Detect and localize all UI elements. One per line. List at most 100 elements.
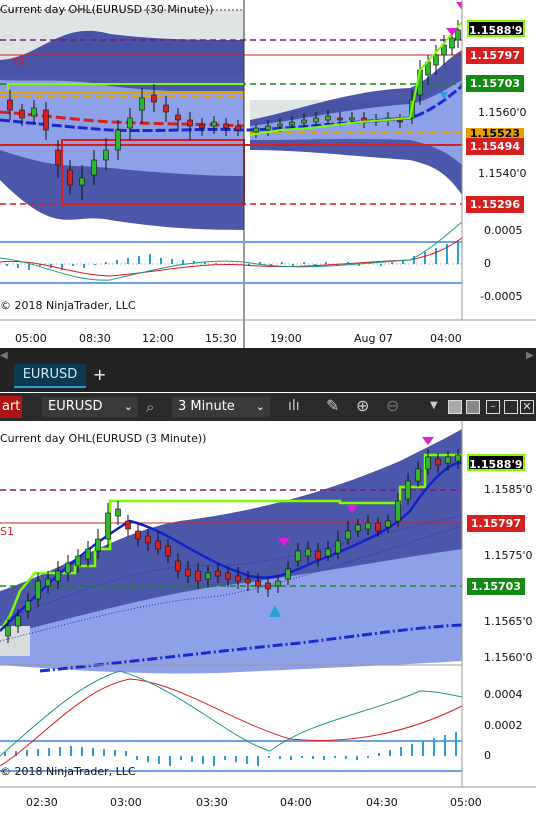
tab-eurusd[interactable]: EURUSD [14, 364, 86, 388]
top-price-badge: 1.15797 [466, 47, 524, 64]
bottom-time-tick: 03:30 [196, 796, 228, 809]
instrument-select[interactable]: EURUSD ⌄ [42, 397, 138, 417]
bottom-candle [95, 538, 101, 552]
close-icon[interactable]: ✕ [520, 400, 534, 414]
top-candle [349, 117, 355, 121]
bottom-hist-bar [26, 750, 28, 756]
bottom-price-tick: 1.1560'0 [484, 651, 533, 664]
bottom-candle [5, 625, 11, 637]
top-s1-label: S1 [12, 56, 26, 69]
top-candle [325, 115, 331, 121]
dropdown-arrow-icon[interactable]: ▼ [430, 400, 438, 411]
bottom-hist-bar [59, 747, 61, 756]
bottom-hist-bar [224, 756, 226, 760]
bottom-candle [105, 512, 111, 540]
bottom-hist-bar [70, 746, 72, 756]
bottom-hist-bar [345, 756, 347, 759]
top-chart-panel[interactable]: Current day OHL(EURUSD (30 Minute)) S1 ©… [0, 0, 536, 361]
bottom-hist-bar [180, 756, 182, 760]
zoom-out-icon[interactable]: ⊖ [386, 396, 399, 415]
bottom-osc-tick: 0 [484, 749, 491, 762]
bottom-candle [405, 480, 411, 500]
bottom-candle [185, 568, 191, 577]
bottom-candle [245, 578, 251, 584]
bottom-hist-bar [136, 756, 138, 760]
instrument-value: EURUSD [48, 399, 103, 414]
top-price-badge: 1.15703 [466, 75, 524, 92]
top-hist-bar [457, 240, 459, 264]
bottom-hist-bar [246, 756, 248, 764]
bottom-candle [275, 580, 281, 587]
top-hist-bar [83, 264, 85, 268]
top-candle [43, 109, 49, 131]
bottom-candle [285, 568, 291, 580]
top-time-tick: 04:00 [430, 332, 462, 345]
top-candle [455, 29, 461, 41]
bottom-candle [175, 560, 181, 572]
bottom-candle [345, 530, 351, 540]
top-hist-bar [127, 258, 129, 264]
top-chart-title: Current day OHL(EURUSD (30 Minute)) [0, 3, 214, 16]
maximize-icon[interactable] [504, 400, 518, 414]
window-icon[interactable] [448, 400, 462, 414]
bottom-candle [65, 562, 71, 574]
top-hist-bar [325, 262, 327, 264]
tab-bar-scroll-right[interactable]: ▶ [526, 350, 534, 361]
top-candle [19, 109, 25, 119]
top-hist-bar [28, 264, 30, 270]
top-candle [235, 125, 241, 131]
add-tab-button[interactable]: + [93, 364, 106, 386]
minimize-icon[interactable]: – [486, 400, 500, 414]
top-candle [31, 107, 37, 117]
bottom-hist-bar [400, 747, 402, 756]
bottom-candle [55, 570, 61, 582]
top-hist-bar [380, 264, 382, 266]
bottom-hist-bar [81, 747, 83, 756]
bottom-candle [375, 522, 381, 532]
top-hist-bar [215, 263, 217, 264]
window-icon[interactable] [466, 400, 480, 414]
bottom-candle [155, 540, 161, 550]
chart-button[interactable]: art [0, 396, 22, 418]
top-candle [289, 121, 295, 126]
bottom-candle [85, 548, 91, 560]
top-candle [91, 159, 97, 176]
top-candle [175, 114, 181, 121]
tab-bar-scroll-left[interactable]: ◀ [0, 350, 8, 361]
bottom-hist-bar [202, 756, 204, 764]
top-hist-bar [138, 256, 140, 264]
bar-style-icon[interactable]: ılı [288, 398, 300, 414]
drawing-tool-icon[interactable]: ✎ [326, 396, 339, 415]
bottom-hist-bar [367, 756, 369, 758]
zoom-in-icon[interactable]: ⊕ [356, 396, 369, 415]
bottom-s1-label: S1 [0, 525, 14, 538]
bottom-candle [315, 550, 321, 560]
bottom-time-tick: 02:30 [26, 796, 58, 809]
top-osc-tick: -0.0005 [480, 290, 523, 303]
bottom-candle [115, 508, 121, 517]
bottom-candle [395, 500, 401, 522]
top-candle [151, 94, 157, 103]
bottom-candle [355, 524, 361, 532]
top-time-tick: 08:30 [79, 332, 111, 345]
top-hist-bar [116, 260, 118, 264]
search-icon[interactable]: ⌕ [146, 398, 154, 416]
top-candle [115, 129, 121, 151]
top-hist-bar [72, 264, 74, 266]
top-price-tick: 1.1560'0 [478, 106, 527, 119]
top-candle [313, 117, 319, 123]
bottom-hist-bar [279, 756, 281, 759]
top-hist-bar [105, 262, 107, 264]
top-hist-bar [94, 264, 96, 265]
bottom-chart-panel[interactable]: Current day OHL(EURUSD (3 Minute)) S1 © … [0, 421, 536, 814]
top-osc-tick: 0.0005 [484, 224, 523, 237]
bottom-hist-bar [213, 756, 215, 766]
bottom-candle [35, 580, 41, 600]
top-chart-svg [0, 0, 536, 348]
top-candle [139, 97, 145, 111]
bottom-candle [445, 456, 451, 464]
interval-select[interactable]: 3 Minute ⌄ [172, 397, 270, 417]
top-candle [67, 169, 73, 186]
bottom-copyright: © 2018 NinjaTrader, LLC [0, 765, 136, 778]
bottom-price-tick: 1.1565'0 [484, 615, 533, 628]
